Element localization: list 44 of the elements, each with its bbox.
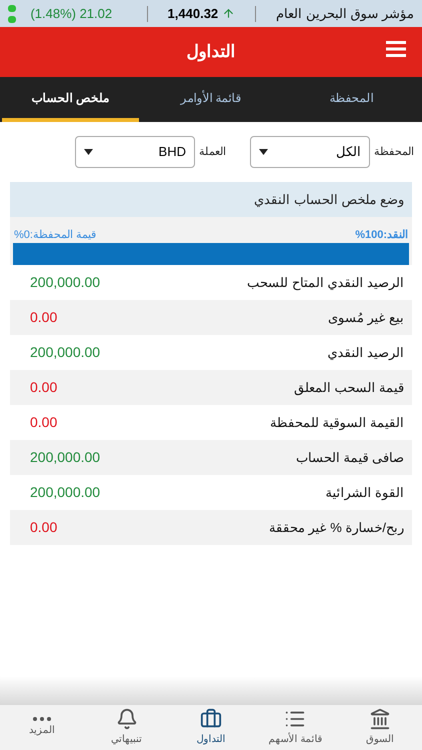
row-value: 200,000.00 (29, 483, 100, 502)
filter-label: المحفظة (374, 144, 414, 160)
tab[interactable]: ملخص الحساب (2, 77, 139, 122)
row-label: قيمة السحب المعلق (294, 378, 404, 398)
briefcase-icon (200, 708, 222, 730)
caret-icon (84, 149, 93, 155)
tab[interactable]: المحفظة (283, 77, 420, 122)
cash-percent: النقد:100% (355, 228, 408, 242)
dropdown-field[interactable]: الكل (250, 136, 370, 168)
menu-button[interactable] (386, 41, 406, 57)
row-value: 200,000.00 (29, 448, 100, 467)
row-value: 200,000.00 (29, 273, 100, 292)
bell-icon (116, 708, 138, 730)
nav-item[interactable]: قائمة الأسهم (253, 705, 338, 750)
index-value: 1,440.32 (168, 4, 218, 23)
index-change: (1.48%) 21.02 (30, 4, 112, 23)
bank-icon (368, 708, 391, 730)
caret-icon (259, 149, 268, 155)
row-value: 200,000.00 (29, 343, 100, 362)
row-value: 0.00 (29, 308, 58, 327)
row-label: بيع غير مُسوى (328, 308, 404, 328)
nav-item[interactable]: التداول (168, 705, 254, 750)
nav-item[interactable]: تنبيهاتي (84, 705, 169, 750)
tab[interactable]: قائمة الأوامر (142, 77, 280, 122)
menu-icon (386, 41, 406, 57)
row-value: 0.00 (29, 378, 58, 397)
index-name: مؤشر سوق البحرين العام (276, 4, 414, 24)
row-label: صافى قيمة الحساب (296, 448, 404, 467)
row-value: 0.00 (29, 413, 58, 432)
filter-label: العملة (199, 144, 226, 160)
row-label: القيمة السوقية للمحفظة (270, 414, 404, 432)
nav-item[interactable]: السوق (338, 705, 422, 750)
more-icon (33, 717, 52, 721)
header-title: التداول (186, 41, 236, 64)
status-dots-icon (8, 4, 16, 24)
row-value: 0.00 (29, 518, 58, 537)
summary-header: وضع ملخص الحساب النقدي (10, 182, 412, 217)
row-label: الرصيد النقدي (327, 344, 404, 362)
row-label: الرصيد النقدي المتاح للسحب (247, 274, 404, 292)
row-label: القوة الشرائية (325, 484, 404, 502)
portfolio-percent: قيمة المحفظة:0% (14, 228, 96, 242)
dropdown-field[interactable]: BHD (75, 136, 195, 168)
nav-item[interactable]: المزيد (0, 705, 84, 750)
row-label: ربح/خسارة % غير محققة (268, 518, 404, 538)
